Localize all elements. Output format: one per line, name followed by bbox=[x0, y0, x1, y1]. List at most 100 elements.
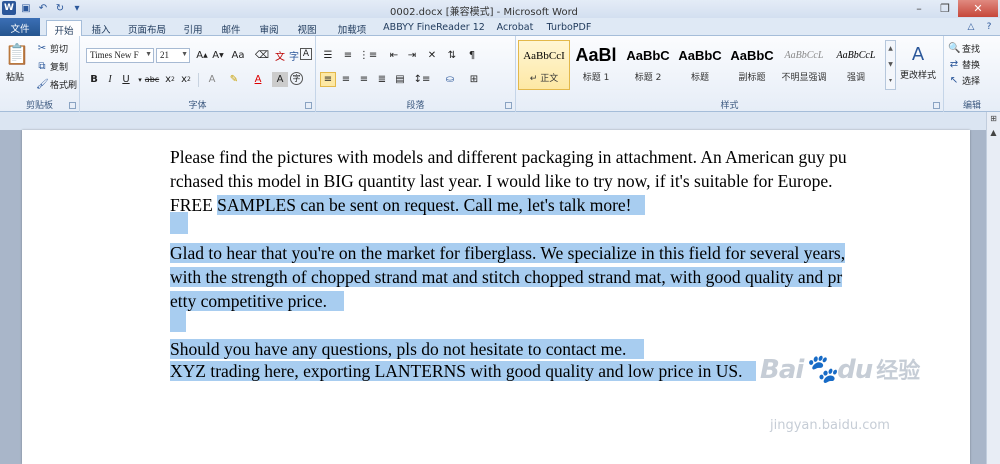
watermark-brand-part: Bai bbox=[760, 355, 804, 385]
copy-label: 复制 bbox=[50, 63, 69, 73]
highlight-icon[interactable]: ✎ bbox=[226, 72, 242, 87]
text-effects-icon[interactable]: A bbox=[204, 72, 220, 87]
editing-group: 🔍 查找 ⇄ 替换 ↖ 选择 编辑 bbox=[944, 36, 1000, 112]
vertical-scrollbar[interactable]: ⊞ ▲ bbox=[986, 112, 1000, 464]
bold-icon[interactable]: B bbox=[86, 72, 102, 87]
chinese-layout-icon[interactable]: ✕ bbox=[424, 48, 440, 63]
font-launcher-icon[interactable] bbox=[305, 102, 312, 109]
tab-review[interactable]: 审阅 bbox=[254, 20, 284, 36]
superscript-icon[interactable]: x2 bbox=[178, 72, 194, 87]
tab-insert[interactable]: 插入 bbox=[86, 20, 116, 36]
watermark-brand: Bai🐾du bbox=[760, 352, 873, 385]
strikethrough-icon[interactable]: abc bbox=[144, 72, 160, 87]
help-icon[interactable]: ? bbox=[982, 20, 996, 34]
font-group-label: 字体 bbox=[188, 101, 207, 111]
font-group: Times New F ▼ 21 ▼ A ▲ A ▼ Aa ⌫ 文 字 A B I U … bbox=[80, 36, 316, 112]
show-marks-icon[interactable]: ¶ bbox=[464, 48, 480, 63]
selected-text: etty competitive price. bbox=[170, 291, 327, 311]
replace-label: 替换 bbox=[962, 61, 981, 71]
styles-launcher-icon[interactable] bbox=[933, 102, 940, 109]
select-icon: ↖ bbox=[949, 75, 959, 86]
chevron-down-icon: ▼ bbox=[181, 50, 188, 58]
sort-icon[interactable]: ⇅ bbox=[444, 48, 460, 63]
paste-icon[interactable]: 📋 bbox=[5, 42, 30, 66]
save-icon[interactable]: ▣ bbox=[19, 1, 33, 15]
multilevel-list-icon[interactable]: ⋮≡ bbox=[359, 48, 377, 63]
change-styles-label: 更改样式 bbox=[900, 71, 937, 81]
doc-line-8: XYZ trading here, exporting LANTERNS wit… bbox=[170, 360, 756, 382]
numbering-icon[interactable]: ≡ bbox=[340, 48, 356, 63]
select-label: 选择 bbox=[962, 77, 981, 87]
shading-icon[interactable]: ⛀ bbox=[442, 72, 458, 87]
replace-icon: ⇄ bbox=[949, 59, 959, 70]
tab-view[interactable]: 视图 bbox=[290, 20, 324, 36]
font-size-value: 21 bbox=[160, 50, 169, 60]
decrease-indent-icon[interactable]: ⇤ bbox=[386, 48, 402, 63]
font-name-combo[interactable]: Times New F ▼ bbox=[86, 48, 154, 63]
tab-acrobat[interactable]: Acrobat bbox=[494, 20, 536, 36]
minimize-ribbon-icon[interactable]: △ bbox=[964, 20, 978, 34]
styles-group-label: 样式 bbox=[720, 101, 739, 111]
tab-page-layout[interactable]: 页面布局 bbox=[122, 20, 172, 36]
enclose-characters-icon[interactable]: 字 bbox=[290, 72, 303, 85]
font-color-icon[interactable]: A bbox=[250, 72, 266, 87]
font-name-value: Times New F bbox=[90, 50, 139, 60]
subscript-icon[interactable]: x2 bbox=[162, 72, 178, 87]
watermark-chinese: 经验 bbox=[876, 358, 921, 384]
maximize-button[interactable]: ❐ bbox=[932, 0, 958, 17]
minimize-button[interactable]: – bbox=[906, 0, 932, 17]
change-case-icon[interactable]: Aa bbox=[230, 48, 246, 63]
doc-line-5: with the strength of chopped strand mat … bbox=[170, 266, 843, 288]
align-right-icon[interactable]: ≡ bbox=[356, 72, 372, 87]
undo-icon[interactable]: ↶ bbox=[36, 1, 50, 15]
selected-text: Glad to hear that you're on the market f… bbox=[170, 243, 846, 263]
shrink-font-icon[interactable]: A ▼ bbox=[210, 48, 226, 63]
tab-file[interactable]: 文件 bbox=[0, 18, 40, 36]
tab-references[interactable]: 引用 bbox=[178, 20, 208, 36]
clipboard-group-label: 剪贴板 bbox=[25, 101, 53, 111]
line-spacing-icon[interactable]: ↕≡ bbox=[414, 72, 431, 87]
character-shading-box-icon[interactable]: A bbox=[272, 72, 288, 87]
close-button[interactable]: ✕ bbox=[958, 0, 998, 17]
watermark-brand-part: du bbox=[837, 355, 873, 385]
cut-button[interactable]: ✂ 剪切 bbox=[36, 42, 68, 55]
tab-addins[interactable]: 加载项 bbox=[332, 20, 372, 36]
ruler-toggle-icon[interactable]: ⊞ bbox=[987, 112, 1000, 126]
tab-home[interactable]: 开始 bbox=[46, 20, 82, 37]
clear-formatting-icon[interactable]: ⌫ bbox=[254, 48, 270, 63]
paragraph-launcher-icon[interactable] bbox=[505, 102, 512, 109]
quick-access-toolbar: W ▣ ↶ ↻ ▾ bbox=[2, 1, 84, 15]
grow-font-icon[interactable]: A ▲ bbox=[194, 48, 210, 63]
tab-turbopdf[interactable]: TurboPDF bbox=[544, 20, 594, 36]
distributed-icon[interactable]: ▤ bbox=[392, 72, 408, 87]
select-button[interactable]: ↖ 选择 bbox=[948, 74, 980, 87]
align-left-icon[interactable]: ≡ bbox=[320, 72, 336, 87]
change-styles-icon[interactable]: A bbox=[906, 42, 930, 66]
doc-line-6: etty competitive price. bbox=[170, 290, 345, 312]
find-icon: 🔍 bbox=[948, 43, 961, 54]
copy-button[interactable]: ⧉ 复制 bbox=[36, 60, 68, 73]
tab-abbyy[interactable]: ABBYY FineReader 12 bbox=[378, 20, 490, 36]
doc-line-3: FREE SAMPLES can be sent on request. Cal… bbox=[170, 194, 645, 216]
borders-icon[interactable]: ⊞ bbox=[466, 72, 482, 87]
customize-toolbar-icon[interactable]: ▾ bbox=[70, 1, 84, 15]
find-button[interactable]: 🔍 查找 bbox=[948, 42, 980, 55]
change-styles-button[interactable]: 更改样式 bbox=[900, 68, 936, 81]
bullets-icon[interactable]: ☰ bbox=[320, 48, 336, 63]
italic-icon[interactable]: I bbox=[102, 72, 118, 87]
paste-button[interactable]: 粘贴 bbox=[6, 70, 24, 83]
character-border-icon[interactable]: A bbox=[300, 48, 312, 60]
redo-icon[interactable]: ↻ bbox=[53, 1, 67, 15]
word-logo-icon[interactable]: W bbox=[2, 1, 16, 15]
scroll-up-icon[interactable]: ▲ bbox=[987, 126, 1000, 140]
increase-indent-icon[interactable]: ⇥ bbox=[404, 48, 420, 63]
font-size-combo[interactable]: 21 ▼ bbox=[156, 48, 190, 63]
replace-button[interactable]: ⇄ 替换 bbox=[948, 58, 980, 71]
clipboard-launcher-icon[interactable] bbox=[69, 102, 76, 109]
tab-mailings[interactable]: 邮件 bbox=[214, 20, 248, 36]
document-page[interactable]: Please find the pictures with models and… bbox=[22, 130, 970, 464]
format-painter-button[interactable]: 🖌 格式刷 bbox=[36, 78, 77, 91]
justify-icon[interactable]: ≣ bbox=[374, 72, 390, 87]
align-center-icon[interactable]: ≡ bbox=[338, 72, 354, 87]
document-workspace: Please find the pictures with models and… bbox=[0, 112, 986, 464]
